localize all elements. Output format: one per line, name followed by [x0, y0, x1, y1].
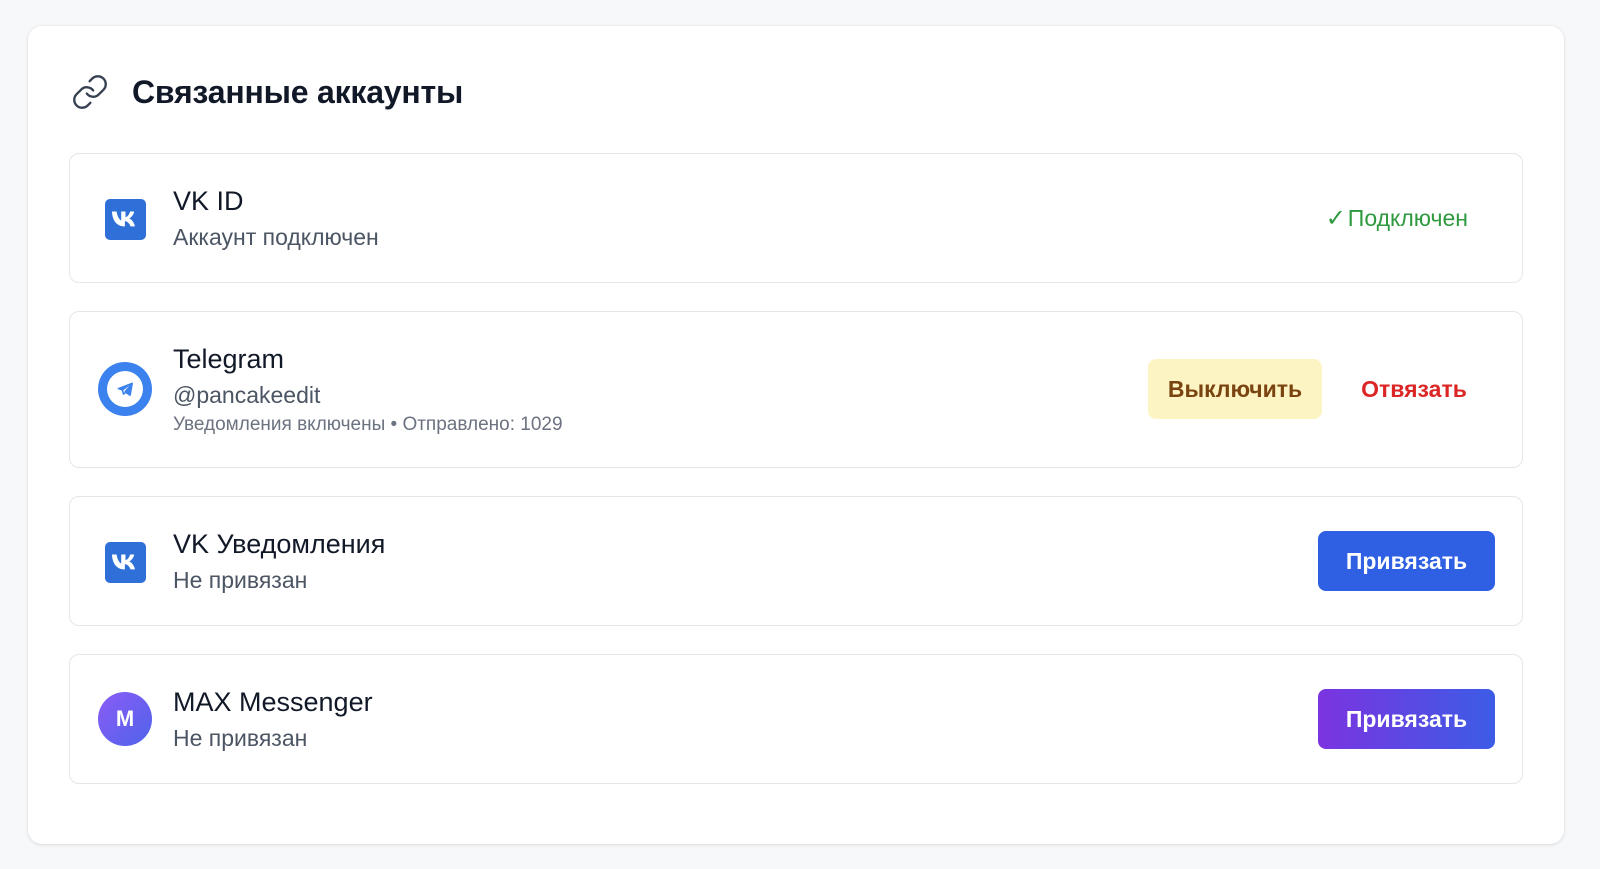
linked-accounts-panel: Связанные аккаунты VK ID Аккаунт подключ…	[28, 26, 1564, 844]
account-name: VK Уведомления	[173, 529, 386, 559]
account-status-text: Аккаунт подключен	[173, 224, 379, 250]
max-logo-icon: M	[98, 692, 152, 746]
disable-notifications-button[interactable]: Выключить	[1148, 359, 1322, 419]
account-name: VK ID	[173, 186, 244, 216]
account-texts: MAX Messenger Не привязан	[173, 685, 373, 753]
unlink-button[interactable]: Отвязать	[1344, 359, 1484, 419]
bind-max-messenger-button[interactable]: Привязать	[1318, 689, 1495, 749]
telegram-logo-icon	[98, 362, 152, 416]
account-texts: Telegram @pancakeedit Уведомления включе…	[173, 342, 563, 438]
vk-logo-icon	[98, 192, 152, 246]
account-card-vk-notifications: VK Уведомления Не привязан Привязать	[69, 496, 1523, 626]
account-status-text: Не привязан	[173, 725, 308, 751]
page-title: Связанные аккаунты	[132, 73, 464, 110]
bind-vk-notifications-button[interactable]: Привязать	[1318, 531, 1495, 591]
link-icon	[70, 72, 110, 112]
check-icon: ✓	[1325, 205, 1346, 232]
max-logo-letter: M	[98, 692, 152, 746]
account-texts: VK Уведомления Не привязан	[173, 527, 385, 595]
account-card-telegram: Telegram @pancakeedit Уведомления включе…	[69, 311, 1523, 468]
account-status-text: Не привязан	[173, 567, 308, 593]
panel-header: Связанные аккаунты	[70, 70, 463, 114]
vk-logo-icon	[98, 535, 152, 589]
account-name: Telegram	[173, 344, 285, 374]
connected-label: Подключен	[1347, 205, 1468, 231]
telegram-handle: @pancakeedit	[173, 382, 321, 408]
notifications-meta: Уведомления включены • Отправлено: 1029	[173, 414, 563, 435]
account-texts: VK ID Аккаунт подключен	[173, 184, 379, 252]
connected-status: ✓Подключен	[1326, 204, 1468, 233]
account-name: MAX Messenger	[173, 687, 373, 717]
account-card-vk-id: VK ID Аккаунт подключен ✓Подключен	[69, 153, 1523, 283]
account-card-max-messenger: M MAX Messenger Не привязан Привязать	[69, 654, 1523, 784]
